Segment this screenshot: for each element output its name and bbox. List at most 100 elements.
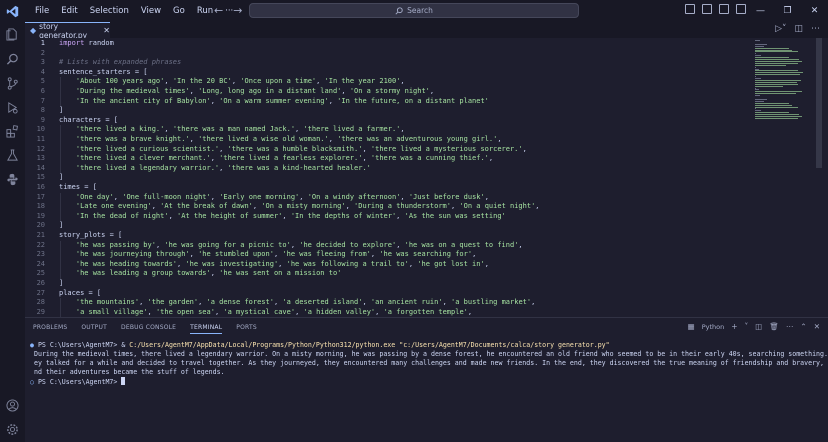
run-debug-icon[interactable]	[5, 100, 19, 114]
code-line[interactable]: 20]	[25, 221, 745, 231]
code-line[interactable]: 16 times = [	[25, 183, 745, 193]
tab-output[interactable]: OUTPUT	[81, 324, 107, 334]
string-token: 'he was sent on a mission to'	[219, 269, 342, 278]
code-token: ,	[164, 77, 173, 86]
scrollbar-thumb[interactable]	[816, 38, 822, 168]
code-line[interactable]: 7 'In the ancient city of Babylon', 'On …	[25, 97, 745, 107]
string-token: 'At the height of summer'	[177, 211, 283, 220]
minimap-line	[755, 117, 799, 119]
menu-edit[interactable]: Edit	[55, 0, 83, 22]
menu-file[interactable]: File	[29, 0, 55, 22]
restore-icon[interactable]: ❐	[774, 0, 801, 22]
code-line[interactable]: 21 story_plots = [	[25, 231, 745, 241]
menu-bar: File Edit Selection View Go Run ···	[29, 0, 239, 22]
forward-arrow-icon[interactable]: →	[233, 4, 242, 17]
code-line[interactable]: 17 'One day', 'One full-moon night', 'Ea…	[25, 193, 745, 203]
customize-layout-icon[interactable]	[736, 4, 746, 14]
code-line[interactable]: 18 'Late one evening', 'At the break of …	[25, 202, 745, 212]
code-line[interactable]: 23 'he was journeying through', 'he stum…	[25, 250, 745, 260]
terminal-dropdown-icon[interactable]: ˅	[745, 322, 749, 331]
code-line[interactable]: 15]	[25, 173, 745, 183]
code-line[interactable]: 6 'During the medieval times', 'Long, lo…	[25, 87, 745, 97]
more-actions-icon[interactable]: ⋯	[811, 24, 820, 34]
split-editor-icon[interactable]: ◫	[794, 24, 803, 34]
code-line[interactable]: 11 'there was a brave knight.', 'there l…	[25, 135, 745, 145]
maximize-panel-icon[interactable]: ⌃	[800, 322, 806, 331]
minimap-line	[755, 74, 800, 76]
minimap[interactable]	[753, 38, 813, 317]
code-line[interactable]: 28 'the mountains', 'the garden', 'a den…	[25, 298, 745, 308]
code-token: ,	[139, 298, 148, 307]
toggle-primary-sidebar-icon[interactable]	[685, 4, 695, 14]
code-editor[interactable]: 1 import random 2 3 # Lists with expanded ph…	[25, 38, 828, 317]
account-icon[interactable]	[5, 398, 19, 412]
run-python-file-icon[interactable]: ▷˅	[775, 24, 786, 34]
string-token: 'a mystical cave'	[223, 307, 296, 316]
python-icon[interactable]	[5, 172, 19, 186]
string-token: 'One full-moon night'	[122, 192, 211, 201]
menu-view[interactable]: View	[135, 0, 167, 22]
code-line[interactable]: 2	[25, 49, 745, 59]
string-token: 'a dense forest'	[206, 298, 274, 307]
code-line[interactable]: 4 sentence_starters = [	[25, 68, 745, 78]
code-line[interactable]: 22 'he was passing by', 'he was going fo…	[25, 241, 745, 251]
close-icon[interactable]: ✕	[801, 0, 828, 22]
code-token: ,	[400, 125, 405, 134]
code-line[interactable]: 5 'About 100 years ago', 'In the 20 BC',…	[25, 77, 745, 87]
extensions-icon[interactable]	[5, 124, 19, 138]
code-line[interactable]: 29 'a small village', 'the open sea', 'a…	[25, 308, 745, 317]
code-line[interactable]: 25 'he was leading a group towards', 'he…	[25, 269, 745, 279]
editor-tab-story-generator[interactable]: ◆ story generator.py ✕	[25, 22, 110, 40]
code-line[interactable]: 27 places = [	[25, 289, 745, 299]
code-line[interactable]: 14 'there lived a legendary warrior.', '…	[25, 164, 745, 174]
toggle-secondary-sidebar-icon[interactable]	[719, 4, 729, 14]
string-token: 'In the depths of winter'	[290, 211, 397, 220]
menu-go[interactable]: Go	[167, 0, 191, 22]
code-token: ,	[484, 192, 489, 201]
code-token: ,	[442, 298, 452, 307]
string-token: 'a hidden valley'	[303, 307, 376, 316]
explorer-icon[interactable]	[5, 27, 19, 41]
code-line[interactable]: 24 'he was heading towards', 'he was inv…	[25, 260, 745, 270]
tab-ports[interactable]: PORTS	[236, 324, 257, 334]
add-terminal-icon[interactable]: +	[731, 322, 737, 331]
code-line[interactable]: 10 'there lived a king.', 'there was a m…	[25, 125, 745, 135]
editor-scrollbar[interactable]	[815, 38, 823, 317]
back-arrow-icon[interactable]: ←	[214, 4, 223, 17]
testing-icon[interactable]	[5, 148, 19, 162]
code-line[interactable]: 26]	[25, 279, 745, 289]
minimap-line	[755, 72, 803, 74]
manage-gear-icon[interactable]	[5, 422, 19, 436]
code-line[interactable]: 9 characters = [	[25, 116, 745, 126]
code-line[interactable]: 1 import random	[25, 39, 745, 49]
terminal-name[interactable]: Python	[702, 323, 725, 331]
close-panel-icon[interactable]: ✕	[814, 322, 820, 331]
menu-selection[interactable]: Selection	[84, 0, 135, 22]
tab-close-icon[interactable]: ✕	[103, 26, 110, 35]
search-icon[interactable]	[5, 52, 19, 66]
command-center-search[interactable]: Search	[249, 3, 579, 18]
source-control-icon[interactable]	[5, 76, 19, 90]
code-line[interactable]: 12 'there lived a curious scientist.', '…	[25, 145, 745, 155]
string-token: 'During a thunderstorm'	[354, 202, 451, 211]
python-terminal-icon[interactable]: ▦	[688, 322, 695, 331]
kill-terminal-icon[interactable]: 🗑	[769, 322, 779, 331]
minimap-line	[755, 112, 790, 114]
toggle-panel-icon[interactable]	[702, 4, 712, 14]
tab-debug-console[interactable]: DEBUG CONSOLE	[121, 324, 176, 334]
tab-problems[interactable]: PROBLEMS	[33, 324, 67, 334]
minimap-line	[755, 106, 798, 108]
string-token: 'On a quiet night'	[459, 202, 536, 211]
more-actions-icon[interactable]: ⋯	[786, 322, 794, 331]
string-token: 'On a warm summer evening'	[219, 96, 329, 105]
terminal-final-prompt-line[interactable]: ○ PS C:\Users\AgentM7>	[30, 377, 126, 387]
code-line[interactable]: 13 'there lived a clever merchant.', 'th…	[25, 154, 745, 164]
code-line[interactable]: 19 'In the dead of night', 'At the heigh…	[25, 212, 745, 222]
tab-terminal[interactable]: TERMINAL	[190, 324, 223, 334]
split-terminal-icon[interactable]: ◫	[755, 322, 762, 331]
code-line[interactable]: 8]	[25, 106, 745, 116]
string-token: 'a deserted island'	[282, 298, 363, 307]
code-line[interactable]: 3 # Lists with expanded phrases	[25, 58, 745, 68]
minimize-icon[interactable]: —	[747, 0, 774, 22]
